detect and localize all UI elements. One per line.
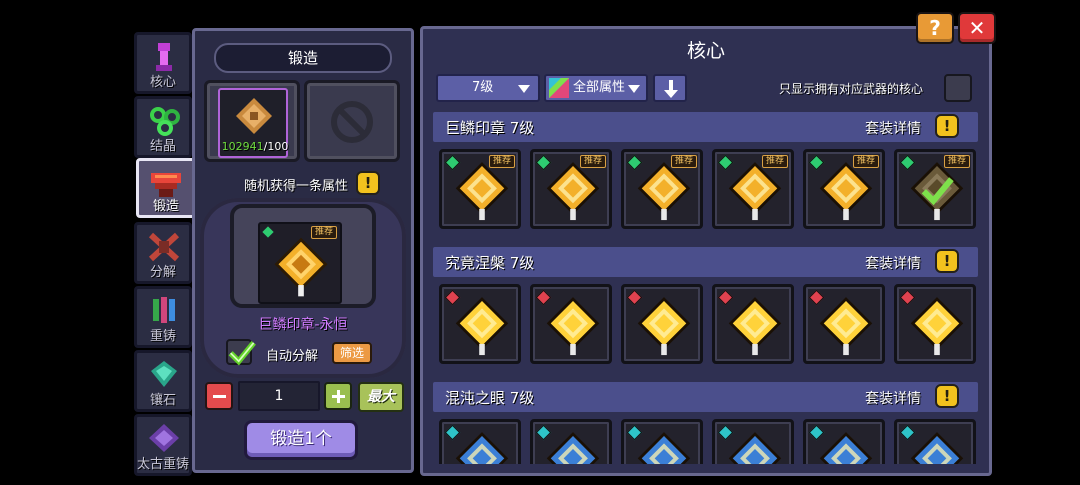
core-card[interactable] bbox=[439, 419, 521, 464]
result-name: 巨鳞印章-永恒 bbox=[258, 317, 348, 333]
recast-icon bbox=[153, 297, 175, 323]
material-need: /100 bbox=[263, 140, 289, 153]
tab-label: 锻造 bbox=[152, 199, 179, 214]
auto-decompose-label: 自动分解 bbox=[266, 349, 319, 364]
empty-slot[interactable] bbox=[304, 80, 400, 162]
random-attr-info-button[interactable]: ! bbox=[356, 171, 380, 195]
core-card[interactable]: 推荐 bbox=[803, 149, 885, 229]
material-slot[interactable]: 102941/100 bbox=[218, 88, 288, 158]
check-icon bbox=[228, 340, 256, 366]
tab-label: 太古重铸 bbox=[137, 457, 190, 472]
core-card[interactable] bbox=[530, 284, 612, 364]
crystal-icon bbox=[150, 107, 180, 136]
result-slot[interactable]: 推荐 bbox=[258, 222, 342, 304]
core-gem-icon bbox=[637, 297, 691, 356]
core-gem-icon bbox=[819, 162, 873, 221]
tab-decompose[interactable]: 分解 bbox=[134, 222, 192, 284]
ancient-recast-icon bbox=[149, 424, 179, 452]
disabled-icon bbox=[331, 101, 373, 143]
material-have: 102941 bbox=[221, 140, 264, 153]
core-gem-icon bbox=[819, 432, 873, 464]
core-gem-icon bbox=[637, 162, 691, 221]
core-gem-icon bbox=[819, 297, 873, 356]
tab-core[interactable]: 核心 bbox=[134, 32, 192, 94]
inlay-icon bbox=[151, 361, 177, 387]
tab-label: 核心 bbox=[149, 75, 176, 90]
core-card[interactable] bbox=[803, 284, 885, 364]
tab-inlay[interactable]: 镶石 bbox=[134, 350, 192, 412]
tab-label: 分解 bbox=[149, 265, 176, 280]
core-card[interactable] bbox=[712, 284, 794, 364]
material-count: 102941/100 bbox=[220, 140, 290, 153]
core-card[interactable] bbox=[894, 419, 976, 464]
decrease-button[interactable] bbox=[205, 382, 233, 410]
filter-button[interactable]: 筛选 bbox=[332, 342, 372, 364]
auto-decompose-checkbox[interactable] bbox=[226, 339, 256, 366]
core-gem-icon bbox=[728, 162, 782, 221]
max-button[interactable]: 最大 bbox=[358, 382, 404, 412]
core-gem-icon bbox=[455, 432, 509, 464]
tab-ancient-recast[interactable]: 太古重铸 bbox=[134, 414, 192, 476]
core-card[interactable] bbox=[894, 284, 976, 364]
forge-title: 锻造 bbox=[214, 43, 392, 73]
quantity-input[interactable]: 1 bbox=[238, 381, 320, 411]
material-icon bbox=[236, 98, 272, 134]
core-card[interactable] bbox=[621, 419, 703, 464]
core-grid: 推荐 推荐 推荐 推荐 推荐 推荐 bbox=[420, 26, 992, 464]
core-card[interactable]: 推荐 bbox=[712, 149, 794, 229]
core-card[interactable]: 推荐 bbox=[894, 149, 976, 229]
core-card[interactable]: 推荐 bbox=[439, 149, 521, 229]
core-icon bbox=[156, 43, 172, 71]
random-attr-label: 随机获得一条属性 bbox=[244, 179, 349, 194]
core-gem-icon bbox=[546, 297, 600, 356]
core-card[interactable]: 推荐 bbox=[530, 149, 612, 229]
tab-forge[interactable]: 锻造 bbox=[136, 158, 196, 218]
core-card[interactable]: 推荐 bbox=[621, 149, 703, 229]
help-button[interactable]: ? bbox=[916, 12, 954, 44]
result-core-icon bbox=[274, 237, 328, 297]
tab-recast[interactable]: 重铸 bbox=[134, 286, 192, 348]
plus-icon-vertical bbox=[337, 390, 340, 403]
core-gem-icon bbox=[728, 432, 782, 464]
core-gem-icon bbox=[728, 297, 782, 356]
core-card[interactable] bbox=[530, 419, 612, 464]
close-button[interactable]: ✕ bbox=[958, 12, 996, 44]
tab-label: 镶石 bbox=[149, 393, 176, 408]
core-gem-icon bbox=[455, 162, 509, 221]
core-card[interactable] bbox=[712, 419, 794, 464]
core-gem-icon bbox=[910, 432, 964, 464]
owned-check-icon bbox=[921, 177, 954, 206]
core-gem-icon bbox=[637, 432, 691, 464]
core-card[interactable] bbox=[621, 284, 703, 364]
decompose-icon bbox=[148, 232, 180, 262]
core-card[interactable] bbox=[803, 419, 885, 464]
core-gem-icon bbox=[546, 432, 600, 464]
core-card[interactable] bbox=[439, 284, 521, 364]
core-gem-icon bbox=[910, 297, 964, 356]
tab-label: 重铸 bbox=[149, 329, 176, 344]
core-gem-icon bbox=[455, 297, 509, 356]
minus-icon bbox=[213, 395, 226, 398]
tab-crystal[interactable]: 结晶 bbox=[134, 96, 192, 158]
tab-label: 结晶 bbox=[149, 139, 176, 154]
core-gem-icon bbox=[546, 162, 600, 221]
increase-button[interactable] bbox=[324, 382, 352, 410]
forge-button[interactable]: 锻造1个 bbox=[244, 420, 358, 460]
